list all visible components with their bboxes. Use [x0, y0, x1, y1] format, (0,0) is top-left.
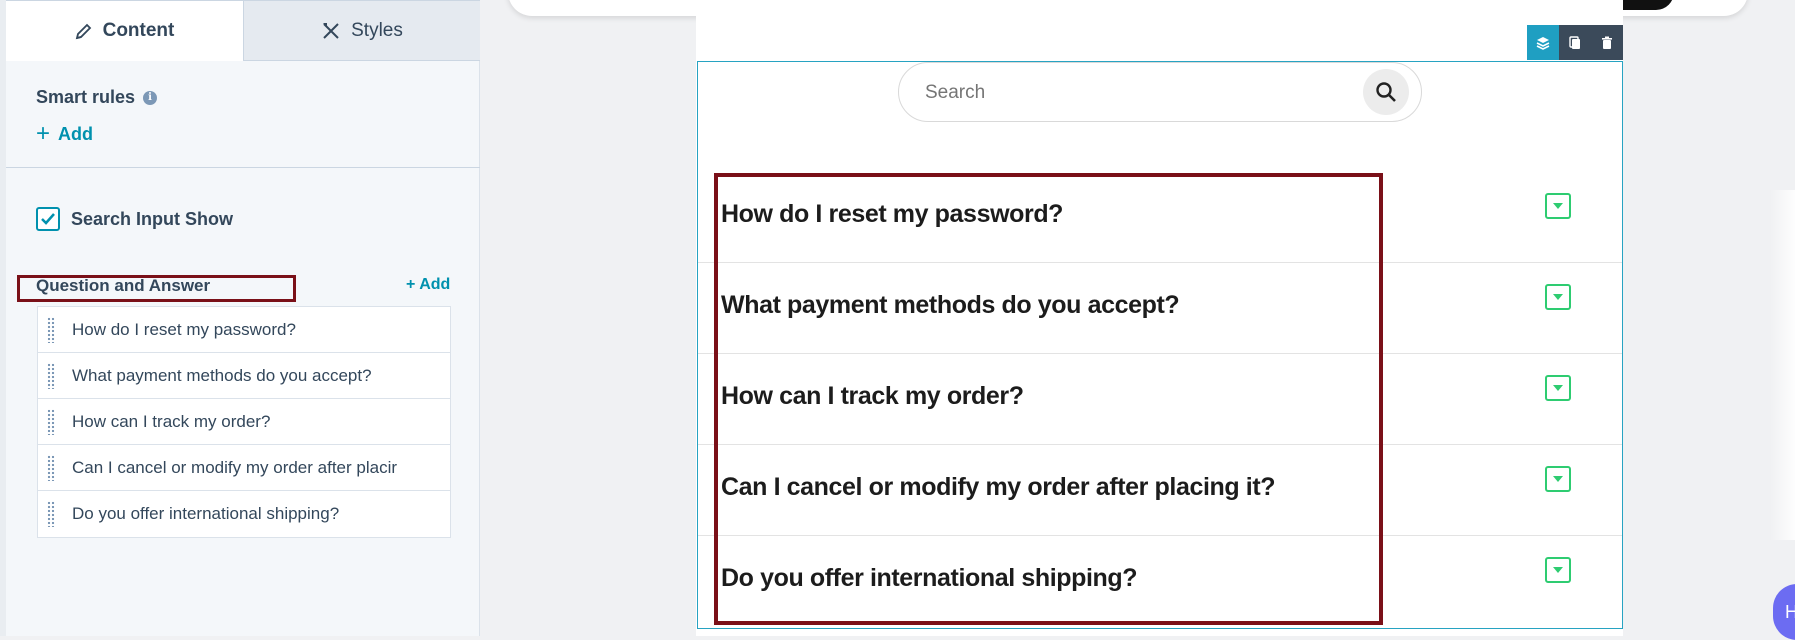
search-input-show-row: Search Input Show [36, 207, 233, 231]
add-qa-button[interactable]: + Add [406, 276, 450, 294]
add-smart-rule-label: Add [58, 123, 94, 144]
search-placeholder: Search [925, 82, 986, 103]
faq-highlight-box [714, 173, 1383, 625]
list-item[interactable]: How do I reset my password? [38, 307, 450, 353]
drag-handle-icon[interactable] [47, 408, 55, 435]
chevron-down-icon[interactable] [1545, 557, 1571, 583]
checkmark-icon [41, 213, 55, 225]
smart-rules-label: Smart rules [36, 87, 136, 107]
help-widget-button[interactable]: H [1773, 584, 1795, 640]
tab-content[interactable]: Content [6, 0, 244, 61]
sidebar-tabs: Content Styles [6, 0, 480, 62]
list-item[interactable]: Do you offer international shipping? [38, 491, 450, 537]
list-item[interactable]: Can I cancel or modify my order after pl… [38, 445, 450, 491]
smart-rules-title: Smart rules i [36, 87, 158, 108]
search-input-show-label: Search Input Show [71, 208, 234, 229]
qa-list: How do I reset my password? What payment… [37, 306, 451, 538]
search-input-show-checkbox[interactable] [36, 207, 60, 231]
editor-sidebar: Content Styles Smart rules i + Add Searc… [0, 0, 480, 636]
copy-icon[interactable] [1559, 25, 1591, 60]
drag-handle-icon[interactable] [47, 454, 55, 481]
chevron-down-icon[interactable] [1545, 375, 1571, 401]
brush-ruler-icon [321, 21, 341, 41]
section-divider [6, 167, 480, 168]
trash-icon[interactable] [1591, 25, 1623, 60]
search-icon [1376, 82, 1396, 102]
chevron-down-icon[interactable] [1545, 193, 1571, 219]
qa-item-label: How do I reset my password? [72, 319, 296, 339]
info-icon[interactable]: i [143, 90, 158, 105]
qa-title-highlight [17, 275, 296, 302]
chevron-down-icon[interactable] [1545, 466, 1571, 492]
search-input[interactable]: Search [898, 62, 1422, 122]
qa-item-label: Do you offer international shipping? [72, 504, 340, 523]
search-button[interactable] [1363, 69, 1409, 115]
drag-handle-icon[interactable] [47, 501, 55, 527]
tab-styles-label: Styles [351, 19, 403, 41]
qa-item-label: How can I track my order? [72, 411, 271, 431]
add-smart-rule-button[interactable]: + Add [36, 122, 93, 146]
plus-icon: + [36, 120, 51, 147]
chevron-down-icon[interactable] [1545, 284, 1571, 310]
drag-handle-icon[interactable] [47, 316, 55, 343]
tab-styles[interactable]: Styles [244, 0, 480, 61]
sidebar-edge [0, 0, 6, 636]
list-item[interactable]: What payment methods do you accept? [38, 353, 450, 399]
pencil-icon [75, 22, 93, 40]
panel-edge-shadow [1770, 190, 1795, 540]
tab-content-label: Content [102, 20, 175, 41]
layers-icon[interactable] [1527, 25, 1559, 60]
drag-handle-icon[interactable] [47, 362, 55, 389]
list-item[interactable]: How can I track my order? [38, 399, 450, 445]
preview-canvas: Search How do I reset my password? What … [480, 0, 1795, 640]
module-toolbar [1527, 25, 1623, 60]
qa-item-label: What payment methods do you accept? [72, 365, 372, 385]
qa-item-label: Can I cancel or modify my order after pl… [72, 457, 398, 477]
